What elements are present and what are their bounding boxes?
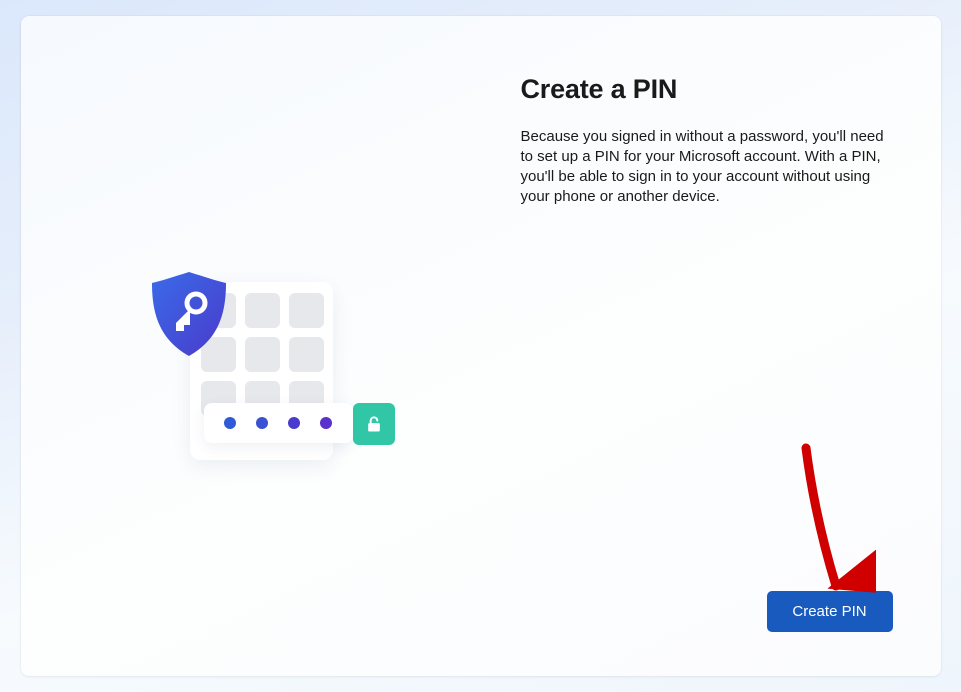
pin-dot <box>224 417 236 429</box>
keypad-card <box>190 282 333 460</box>
create-pin-button-label: Create PIN <box>792 603 866 620</box>
pin-dot <box>320 417 332 429</box>
keypad-cell <box>201 381 236 416</box>
keypad-cell <box>245 293 280 328</box>
create-pin-panel: Create a PIN Because you signed in witho… <box>21 16 941 676</box>
pin-dot <box>288 417 300 429</box>
annotation-arrow-icon <box>786 440 876 610</box>
keypad-cell <box>289 337 324 372</box>
keypad-cell <box>201 337 236 372</box>
keypad-grid <box>201 293 322 416</box>
keypad-cell <box>245 337 280 372</box>
content-column: Create a PIN Because you signed in witho… <box>521 74 893 207</box>
pin-dot <box>256 417 268 429</box>
page-description: Because you signed in without a password… <box>521 127 893 207</box>
page-title: Create a PIN <box>521 74 893 105</box>
pin-dots-row <box>204 403 353 443</box>
shield-key-icon <box>147 269 232 359</box>
pin-illustration <box>126 256 416 476</box>
unlock-icon <box>353 403 395 445</box>
keypad-cell <box>201 293 236 328</box>
create-pin-button[interactable]: Create PIN <box>767 591 893 632</box>
keypad-cell <box>289 381 324 416</box>
keypad-cell <box>245 381 280 416</box>
keypad-cell <box>289 293 324 328</box>
